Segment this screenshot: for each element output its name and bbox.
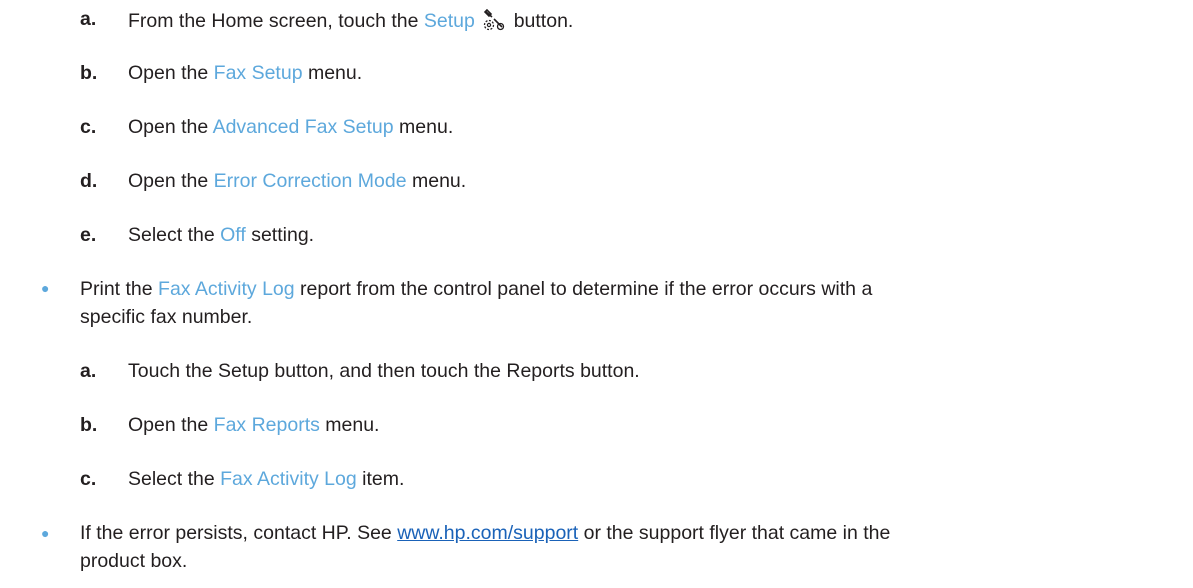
bullet2-post: or the support flyer that came in the — [578, 522, 891, 544]
step2-b-text: Open the Fax Reports menu. — [128, 414, 379, 437]
step-d-letter: d. — [80, 170, 98, 192]
ui-error-correction-mode: Error Correction Mode — [213, 170, 407, 192]
bullet2-line2: product box. — [80, 550, 188, 572]
bullet2-line1: If the error persists, contact HP. See w… — [80, 522, 890, 545]
step2-c-post: item. — [356, 468, 405, 490]
setup-tool-icon — [484, 8, 505, 31]
step-d-post: menu. — [406, 170, 467, 192]
step-d-pre: Open the — [128, 170, 214, 192]
step2-b-post: menu. — [319, 414, 380, 436]
step-a-post: button. — [508, 10, 574, 32]
step2-c-pre: Select the — [128, 468, 221, 490]
step2-c-text: Select the Fax Activity Log item. — [128, 468, 404, 491]
step-e-post: setting. — [245, 224, 315, 246]
ui-fax-activity-log-item: Fax Activity Log — [220, 468, 357, 490]
step-c-text: Open the Advanced Fax Setup menu. — [128, 116, 453, 139]
step2-c-letter: c. — [80, 468, 97, 490]
step-e-pre: Select the — [128, 224, 221, 246]
step-a-text: From the Home screen, touch the Setup bu… — [128, 8, 573, 33]
hp-support-link[interactable]: www.hp.com/support — [397, 522, 578, 544]
bullet1-line1: Print the Fax Activity Log report from t… — [80, 278, 872, 301]
step-c-post: menu. — [393, 116, 454, 138]
bullet-icon: ● — [41, 525, 50, 541]
step-b-letter: b. — [80, 62, 98, 84]
step-b-post: menu. — [302, 62, 363, 84]
step2-b-letter: b. — [80, 414, 98, 436]
step-e-letter: e. — [80, 224, 97, 246]
ui-fax-reports: Fax Reports — [213, 414, 320, 436]
step2-a-text: Touch the Setup button, and then touch t… — [128, 360, 640, 382]
step2-b-pre: Open the — [128, 414, 214, 436]
step-c-letter: c. — [80, 116, 97, 138]
bullet1-post: report from the control panel to determi… — [294, 278, 873, 300]
step-b-text: Open the Fax Setup menu. — [128, 62, 362, 85]
bullet2-pre: If the error persists, contact HP. See — [80, 522, 398, 544]
step-a-letter: a. — [80, 8, 97, 30]
ui-off: Off — [220, 224, 246, 246]
step-e-text: Select the Off setting. — [128, 224, 314, 247]
step2-a-letter: a. — [80, 360, 97, 382]
step-d-text: Open the Error Correction Mode menu. — [128, 170, 466, 193]
bullet1-line2: specific fax number. — [80, 306, 253, 328]
step-a-pre: From the Home screen, touch the — [128, 10, 424, 32]
ui-setup: Setup — [423, 10, 475, 32]
ui-fax-setup: Fax Setup — [213, 62, 303, 84]
bullet1-pre: Print the — [80, 278, 159, 300]
ui-fax-activity-log: Fax Activity Log — [158, 278, 295, 300]
step-b-pre: Open the — [128, 62, 214, 84]
step-c-pre: Open the — [128, 116, 213, 138]
ui-advanced-fax-setup: Advanced Fax Setup — [212, 116, 394, 138]
bullet-icon: ● — [41, 280, 50, 296]
